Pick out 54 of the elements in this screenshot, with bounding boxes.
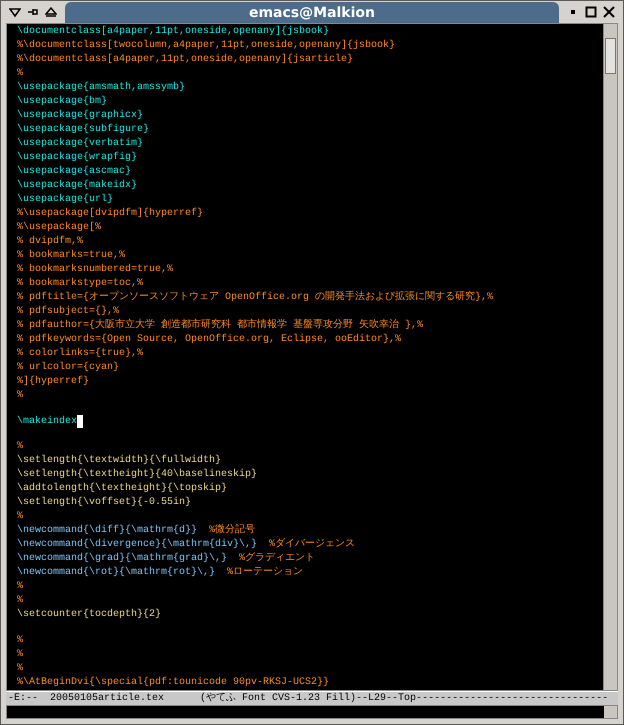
code-line: \usepackage{verbatim} bbox=[17, 137, 144, 151]
code-line: % bookmarks=true,% bbox=[17, 249, 126, 263]
code-line: \newcommand{\divergence}{\mathrm{div}\,} %ダイバージェンス bbox=[17, 538, 356, 552]
code-line: \newcommand{\diff}{\mathrm{d}} %微分記号 bbox=[17, 524, 256, 538]
code-line: % bookmarkstype=toc,% bbox=[17, 277, 144, 290]
code-line: \setcounter{tocdepth}{2} bbox=[17, 608, 162, 622]
code-line: \documentclass[a4paper,11pt,oneside,openany]{jsbook} bbox=[17, 25, 330, 39]
code-line: % bbox=[17, 648, 24, 662]
code-line: %\documentclass[a4paper,11pt,oneside,openany]{jsarticle} bbox=[17, 53, 354, 67]
pin-icon[interactable] bbox=[27, 6, 39, 18]
scrollbar-thumb[interactable] bbox=[605, 38, 616, 74]
maximize-icon[interactable] bbox=[585, 6, 597, 18]
minibuffer[interactable] bbox=[6, 705, 618, 719]
code-line: % pdfsubject={},% bbox=[17, 305, 120, 318]
code-line: \setlength{\textheight}{40\baselineskip} bbox=[17, 468, 258, 482]
code-line: %\usepackage[% bbox=[17, 221, 102, 235]
code-line: % bbox=[17, 67, 24, 81]
scrollbar[interactable] bbox=[603, 24, 617, 690]
close-icon[interactable] bbox=[603, 6, 615, 18]
code-line: %\usepackage[dvipdfm]{hyperref} bbox=[17, 207, 204, 221]
code-line: %\AtBeginDvi{\special{pdf:tounicode 90pv-RKSJ-UCS2}} bbox=[17, 676, 330, 690]
code-line: \usepackage{bm} bbox=[17, 95, 108, 109]
window-title: emacs@Malkion bbox=[248, 4, 376, 20]
code-line: % pdfkeywords={Open Source, OpenOffice.org, Eclipse, ooEditor},% bbox=[17, 333, 402, 347]
code-line: \setlength{\textwidth}{\fullwidth} bbox=[17, 454, 222, 468]
code-line: % bbox=[17, 662, 24, 676]
code-line: \setlength{\voffset}{-0.55in} bbox=[17, 496, 192, 510]
code-line: \usepackage{makeidx} bbox=[17, 179, 138, 193]
code-line: % bookmarksnumbered=true,% bbox=[17, 263, 174, 277]
code-line: %\documentclass[twocolumn,a4paper,11pt,oneside,openany]{jsbook} bbox=[17, 39, 396, 53]
code-line: % pdftitle={オープンソースソフトウェア OpenOffice.org の開発手法および拡張に関する研究},% bbox=[17, 291, 494, 305]
code-line: % urlcolor={cyan} bbox=[17, 361, 120, 375]
shade-icon[interactable] bbox=[45, 6, 57, 18]
code-line: \makeindex bbox=[17, 414, 78, 429]
code-line: \addtolength{\textheight}{\topskip} bbox=[17, 482, 228, 496]
code-line: \usepackage{url} bbox=[17, 193, 114, 207]
code-line: % bbox=[17, 389, 24, 403]
code-line: \usepackage{graphicx} bbox=[17, 109, 144, 123]
code-line: %]{hyperref} bbox=[17, 375, 90, 389]
code-line: \usepackage{subfigure} bbox=[17, 123, 150, 137]
code-line: % pdfauthor={大阪市立大学 創造都市研究科 都市情報学 基盤専攻分野 矢吹幸治 },% bbox=[17, 319, 424, 333]
code-line: % colorlinks={true},% bbox=[17, 347, 144, 361]
code-line: % bbox=[17, 510, 24, 524]
code-line: \usepackage{amsmath,amssymb} bbox=[17, 81, 186, 95]
code-line: \usepackage{ascmac} bbox=[17, 165, 132, 179]
code-line: \newcommand{\rot}{\mathrm{rot}\,} %ローテーション bbox=[17, 566, 304, 580]
code-line: % bbox=[17, 634, 24, 648]
code-line: % bbox=[17, 440, 24, 454]
code-line: \newcommand{\grad}{\mathrm{grad}\,} %グラディエント bbox=[17, 552, 316, 566]
menu-icon[interactable] bbox=[9, 6, 21, 18]
code-line: % bbox=[17, 594, 24, 608]
code-line: % bbox=[17, 580, 24, 594]
code-line: \usepackage{wrapfig} bbox=[17, 151, 138, 165]
code-line: % dvipdfm,% bbox=[17, 235, 84, 249]
